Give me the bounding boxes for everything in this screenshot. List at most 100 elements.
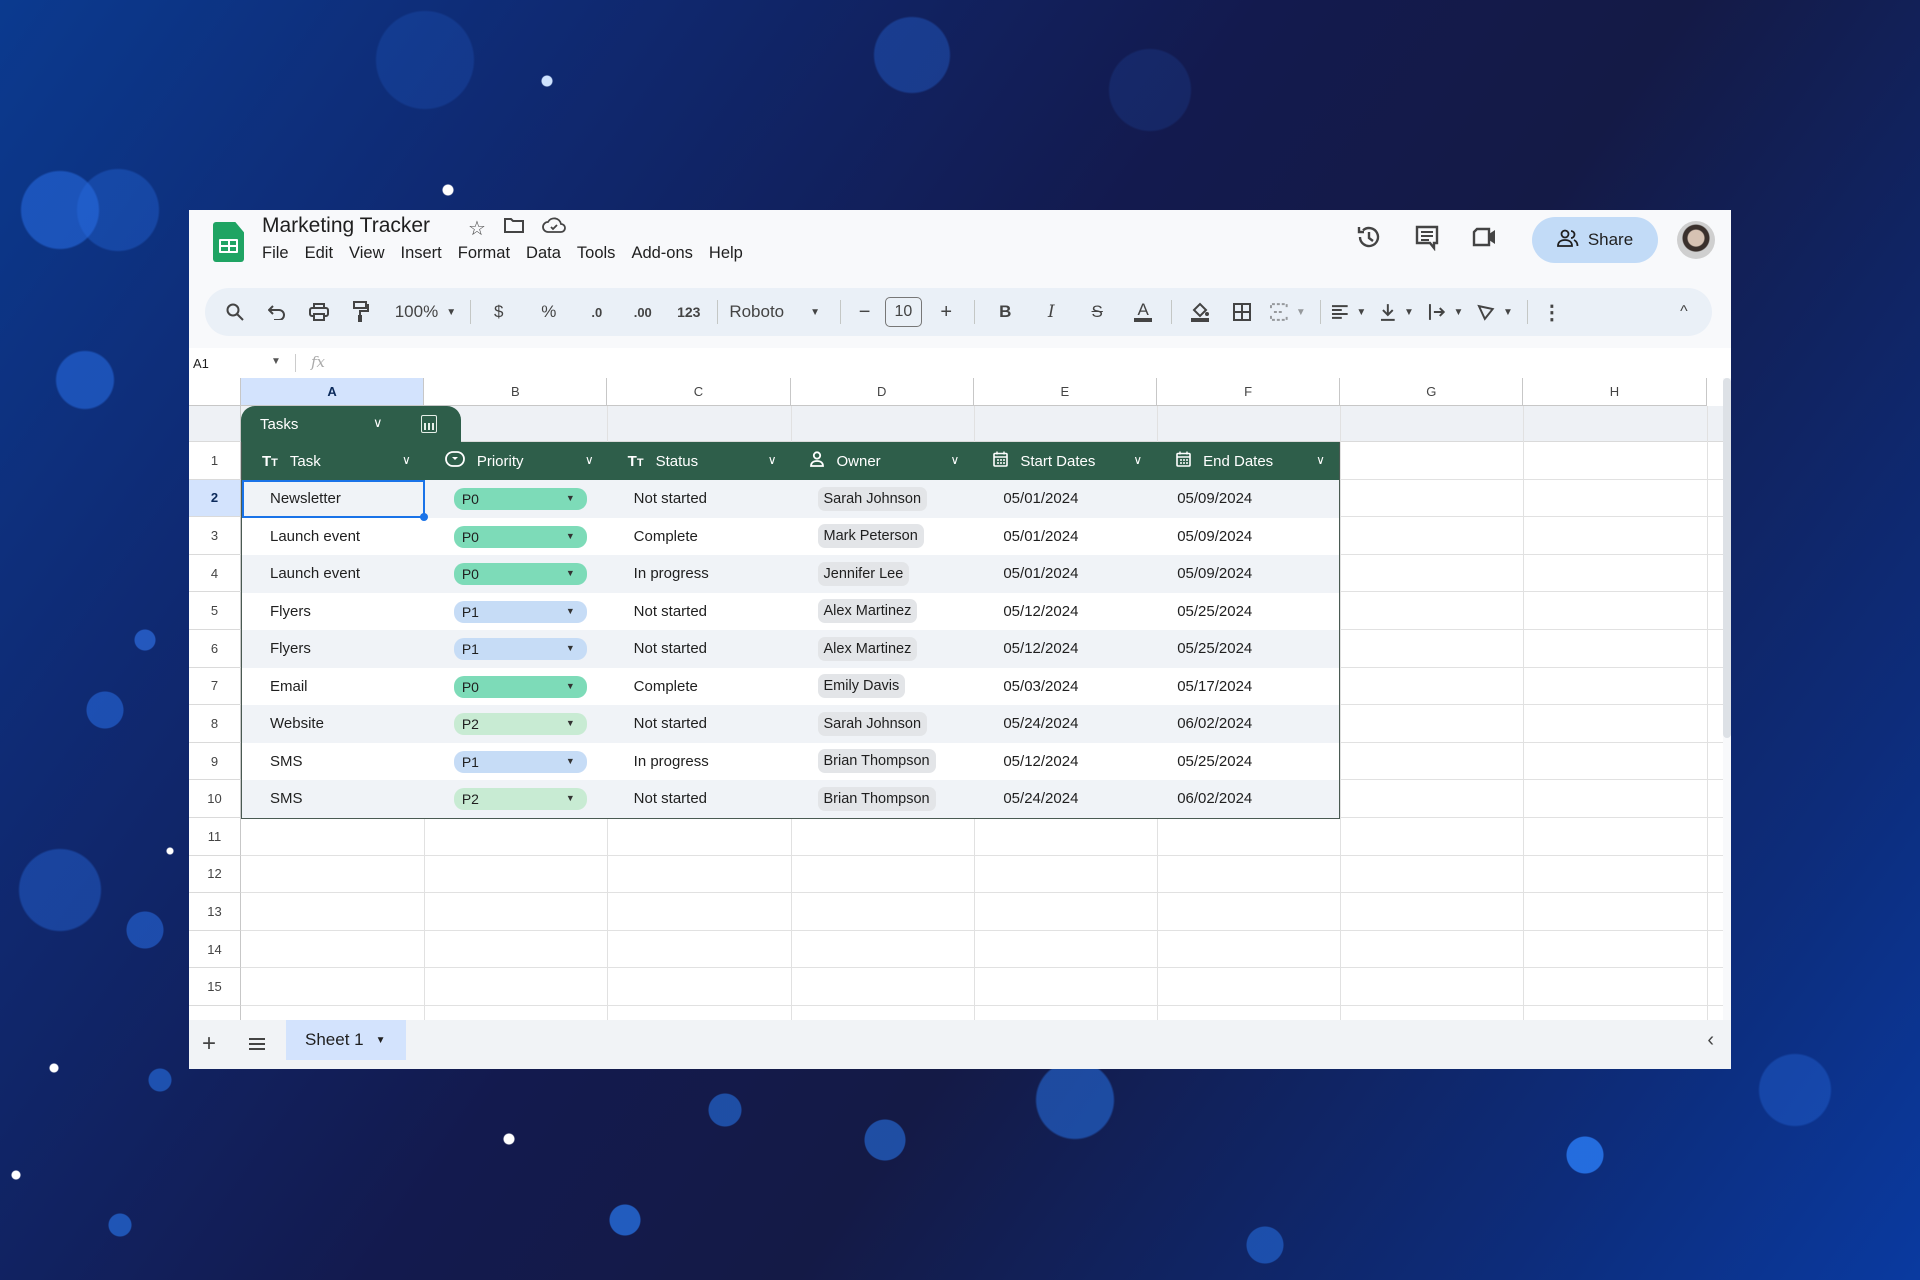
chevron-down-icon[interactable]: ∨ — [951, 453, 960, 467]
priority-dropdown[interactable]: P1 ▼ — [453, 750, 587, 773]
row-header-3[interactable]: 3 — [189, 517, 241, 555]
search-menus-icon[interactable] — [221, 296, 249, 328]
person-chip[interactable]: Brian Thompson — [817, 749, 936, 774]
column-header-h[interactable]: H — [1523, 378, 1707, 406]
text-rotation-icon[interactable]: ▼ — [1477, 296, 1513, 328]
text-color-icon[interactable]: A — [1129, 296, 1157, 328]
comments-icon[interactable] — [1412, 222, 1442, 252]
vertical-align-icon[interactable]: ▼ — [1380, 296, 1414, 328]
task-cell[interactable]: Flyers — [242, 593, 425, 631]
priority-dropdown[interactable]: P0 ▼ — [453, 488, 587, 510]
row-header-1[interactable]: 1 — [189, 442, 241, 480]
row-header-4[interactable]: 4 — [189, 554, 241, 593]
print-icon[interactable] — [305, 296, 333, 328]
row-header-11[interactable]: 11 — [189, 818, 241, 856]
task-cell[interactable]: Launch event — [242, 555, 425, 593]
more-options-icon[interactable]: ⋮ — [1538, 296, 1566, 328]
menu-insert[interactable]: Insert — [401, 244, 451, 263]
cloud-saved-icon[interactable] — [542, 216, 566, 241]
menu-help[interactable]: Help — [709, 244, 752, 263]
end-date-cell[interactable]: 05/25/2024 — [1156, 593, 1339, 631]
row-header-13[interactable]: 13 — [189, 893, 241, 931]
column-header-a[interactable]: A — [241, 378, 425, 406]
status-cell[interactable]: Complete — [608, 668, 791, 706]
priority-dropdown[interactable]: P0 ▼ — [453, 675, 587, 698]
menu-file[interactable]: File — [262, 244, 298, 263]
menu-format[interactable]: Format — [458, 244, 519, 263]
priority-cell[interactable]: P1 ▼ — [425, 593, 608, 631]
chevron-down-icon[interactable]: ∨ — [1133, 453, 1142, 467]
borders-icon[interactable] — [1228, 296, 1256, 328]
share-button[interactable]: Share — [1532, 217, 1658, 263]
owner-cell[interactable]: Alex Martinez — [791, 630, 974, 668]
row-header-9[interactable]: 9 — [189, 742, 241, 781]
owner-cell[interactable]: Alex Martinez — [791, 593, 974, 631]
chevron-down-icon[interactable]: ∨ — [373, 415, 383, 431]
sheet-tab[interactable]: Sheet 1 ▼ — [286, 1020, 406, 1060]
column-header-d[interactable]: D — [790, 378, 974, 406]
status-cell[interactable]: In progress — [608, 555, 791, 593]
task-cell[interactable]: Website — [242, 705, 425, 743]
column-header-task[interactable]: TT Task ∨ — [242, 442, 425, 480]
add-sheet-icon[interactable]: + — [202, 1030, 216, 1058]
person-chip[interactable]: Jennifer Lee — [817, 561, 910, 586]
start-date-cell[interactable]: 05/03/2024 — [973, 668, 1156, 706]
column-header-end-dates[interactable]: End Dates ∨ — [1156, 442, 1339, 480]
strikethrough-icon[interactable]: S — [1083, 296, 1111, 328]
collapse-sidebar-icon[interactable]: ‹ — [1707, 1029, 1714, 1052]
priority-dropdown[interactable]: P2 ▼ — [453, 713, 587, 735]
start-date-cell[interactable]: 05/01/2024 — [973, 555, 1156, 593]
task-cell[interactable]: SMS — [242, 780, 425, 818]
chevron-down-icon[interactable]: ▼ — [376, 1035, 386, 1046]
status-cell[interactable]: Complete — [608, 518, 791, 556]
format-percent-button[interactable]: % — [535, 296, 563, 328]
row-header-6[interactable]: 6 — [189, 630, 241, 668]
priority-dropdown[interactable]: P1 ▼ — [453, 638, 587, 660]
increase-font-size-button[interactable]: + — [932, 296, 960, 328]
account-avatar[interactable] — [1677, 221, 1715, 259]
vertical-scrollbar[interactable] — [1723, 378, 1731, 738]
column-header-f[interactable]: F — [1157, 378, 1341, 406]
priority-cell[interactable]: P0 ▼ — [425, 668, 608, 706]
priority-cell[interactable]: P1 ▼ — [425, 743, 608, 781]
priority-cell[interactable]: P2 ▼ — [425, 780, 608, 818]
status-cell[interactable]: Not started — [608, 630, 791, 668]
end-date-cell[interactable]: 05/09/2024 — [1156, 555, 1339, 593]
history-icon[interactable] — [1354, 222, 1384, 252]
priority-cell[interactable]: P0 ▼ — [425, 480, 608, 518]
priority-cell[interactable]: P2 ▼ — [425, 705, 608, 743]
sheets-logo-icon[interactable] — [213, 222, 244, 262]
column-header-g[interactable]: G — [1340, 378, 1524, 406]
meet-icon[interactable] — [1470, 222, 1500, 252]
start-date-cell[interactable]: 05/12/2024 — [973, 593, 1156, 631]
menu-tools[interactable]: Tools — [577, 244, 625, 263]
row-header-8[interactable]: 8 — [189, 705, 241, 743]
folder-icon[interactable] — [503, 216, 524, 241]
chevron-down-icon[interactable]: ▼ — [271, 356, 281, 367]
menu-edit[interactable]: Edit — [305, 244, 342, 263]
column-header-status[interactable]: TT Status ∨ — [608, 442, 791, 480]
chevron-down-icon[interactable]: ∨ — [585, 453, 594, 467]
owner-cell[interactable]: Emily Davis — [791, 668, 974, 706]
person-chip[interactable]: Alex Martinez — [817, 599, 918, 624]
table-name-tab[interactable]: Tasks ∨ — [241, 406, 461, 444]
start-date-cell[interactable]: 05/12/2024 — [973, 743, 1156, 781]
owner-cell[interactable]: Mark Peterson — [791, 518, 974, 556]
decrease-font-size-button[interactable]: − — [851, 296, 879, 328]
task-cell[interactable]: Flyers — [242, 630, 425, 668]
person-chip[interactable]: Mark Peterson — [817, 524, 924, 549]
fill-color-icon[interactable] — [1186, 296, 1214, 328]
name-box[interactable]: A1 — [193, 356, 209, 371]
end-date-cell[interactable]: 05/09/2024 — [1156, 480, 1339, 518]
collapse-toolbar-icon[interactable]: ^ — [1670, 296, 1698, 328]
start-date-cell[interactable]: 05/01/2024 — [973, 480, 1156, 518]
column-header-e[interactable]: E — [973, 378, 1157, 406]
row-header-14[interactable]: 14 — [189, 930, 241, 969]
start-date-cell[interactable]: 05/01/2024 — [973, 518, 1156, 556]
priority-dropdown[interactable]: P1 ▼ — [453, 600, 587, 623]
start-date-cell[interactable]: 05/24/2024 — [973, 780, 1156, 818]
menu-data[interactable]: Data — [526, 244, 570, 263]
column-header-priority[interactable]: Priority ∨ — [425, 442, 608, 480]
task-cell[interactable]: Newsletter — [242, 480, 428, 521]
chevron-down-icon[interactable]: ∨ — [768, 453, 777, 467]
